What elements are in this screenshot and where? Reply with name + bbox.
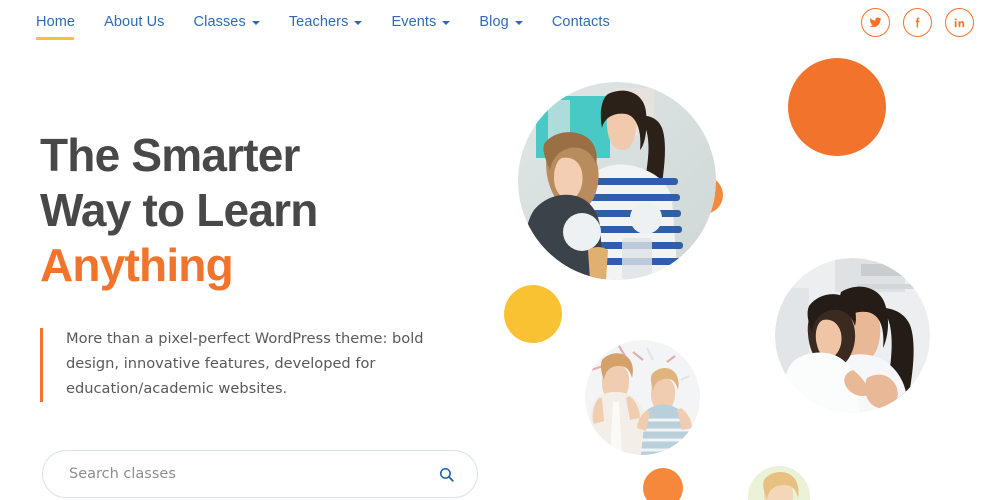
- photo-child-bottom: [748, 466, 810, 500]
- photo-child-bottom-art: [748, 466, 810, 500]
- hero-text-block: The Smarter Way to Learn Anything: [40, 128, 470, 293]
- yellow-circle: [504, 285, 562, 343]
- photo-two-girls: [585, 340, 700, 455]
- headline-line-2: Way to Learn: [40, 184, 318, 236]
- nav-item-about-us[interactable]: About Us: [104, 13, 164, 31]
- nav-item-home[interactable]: Home: [36, 13, 76, 40]
- nav-item-events[interactable]: Events: [391, 13, 451, 31]
- orange-circle-bottom: [643, 468, 683, 500]
- photo-teacher-and-girl: [518, 82, 716, 280]
- photo-two-girls-art: [585, 340, 700, 455]
- nav-item-label: Events: [391, 14, 437, 30]
- headline-line-1: The Smarter: [40, 129, 300, 181]
- hero-description: More than a pixel-perfect WordPress them…: [66, 330, 424, 397]
- nav-item-label: Classes: [193, 14, 246, 30]
- nav-item-label: About Us: [104, 14, 165, 30]
- search-icon: [439, 467, 454, 482]
- search-submit-button[interactable]: [438, 466, 455, 483]
- hero-image-collage: [490, 0, 1000, 500]
- orange-circle-large: [788, 58, 886, 156]
- search-bar[interactable]: [42, 450, 478, 498]
- headline-accent: Anything: [40, 239, 234, 291]
- chevron-down-icon: [251, 21, 260, 25]
- search-input[interactable]: [69, 466, 438, 482]
- chevron-down-icon: [442, 21, 451, 25]
- hero-page: Home About Us Classes Teachers Events Blog Con…: [0, 0, 1000, 500]
- hero-description-block: More than a pixel-perfect WordPress them…: [40, 326, 440, 402]
- nav-item-label: Teachers: [288, 14, 349, 30]
- chevron-down-icon: [354, 21, 363, 25]
- photo-mother-and-child: [775, 258, 930, 413]
- page-title: The Smarter Way to Learn Anything: [40, 128, 470, 293]
- nav-item-classes[interactable]: Classes: [194, 13, 260, 31]
- description-accent-bar: [40, 328, 43, 402]
- photo-teacher-and-girl-art: [518, 82, 716, 280]
- nav-item-teachers[interactable]: Teachers: [289, 13, 363, 31]
- active-nav-underline: [36, 36, 74, 40]
- nav-item-label: Home: [36, 14, 76, 30]
- photo-mother-and-child-art: [775, 258, 930, 413]
